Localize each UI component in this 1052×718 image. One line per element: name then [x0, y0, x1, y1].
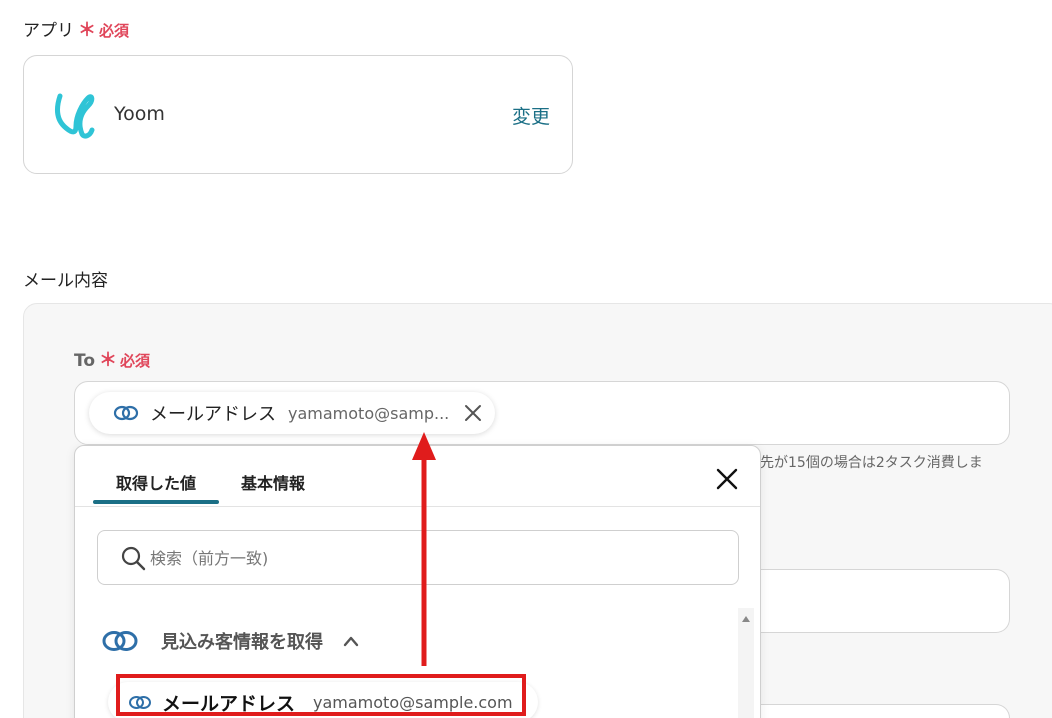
- background-input-field[interactable]: [760, 704, 1010, 718]
- to-hint-text: 先が15個の場合は2タスク消費しま: [760, 455, 983, 471]
- search-icon: [121, 546, 146, 571]
- mail-section-label: メール内容: [23, 271, 108, 291]
- to-value-chip[interactable]: メールアドレス yamamoto@samp...: [89, 392, 495, 434]
- app-label-text: アプリ: [23, 21, 74, 41]
- to-label-text: To: [74, 351, 96, 371]
- chip-value: yamamoto@samp...: [288, 403, 450, 423]
- yoom-logo-icon: [55, 93, 95, 139]
- required-badge: ＊必須: [99, 350, 151, 371]
- active-tab-indicator: [93, 500, 219, 504]
- required-text: 必須: [99, 22, 130, 40]
- chevron-up-icon[interactable]: [343, 635, 359, 647]
- group-label: 見込み客情報を取得: [161, 632, 323, 653]
- required-star: ＊: [99, 350, 118, 371]
- chip-label: メールアドレス: [150, 404, 276, 425]
- close-icon[interactable]: [463, 403, 483, 423]
- required-badge: ＊必須: [78, 20, 130, 41]
- to-field-label: To ＊必須: [74, 346, 150, 372]
- app-section-label: アプリ＊必須: [23, 16, 129, 42]
- arrow-up-annotation-icon: [412, 432, 436, 666]
- required-text: 必須: [120, 352, 151, 370]
- background-input-field[interactable]: [760, 569, 1010, 633]
- link-rings-icon: [102, 631, 138, 651]
- app-card: Yoom 変更: [23, 55, 573, 174]
- link-rings-icon: [113, 405, 139, 421]
- tab-basic-info[interactable]: 基本情報: [241, 470, 305, 494]
- required-star: ＊: [78, 20, 96, 41]
- highlight-annotation-box: [116, 674, 526, 716]
- app-name: Yoom: [114, 103, 165, 125]
- scrollbar[interactable]: [738, 608, 754, 718]
- tab-acquired-values[interactable]: 取得した値: [116, 470, 196, 494]
- change-app-button[interactable]: 変更: [512, 102, 550, 129]
- close-icon[interactable]: [714, 466, 740, 492]
- scroll-up-arrow-icon[interactable]: [741, 614, 751, 624]
- group-header[interactable]: 見込み客情報を取得: [101, 624, 359, 658]
